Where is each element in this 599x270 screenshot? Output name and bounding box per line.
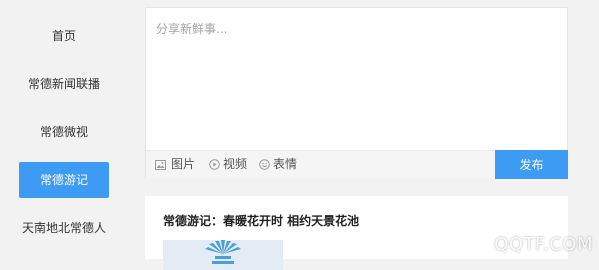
sidebar-item-changde-travel[interactable]: 常德游记 [19, 162, 109, 198]
image-tool-label: 图片 [171, 157, 196, 171]
sidebar-item-changde-news[interactable]: 常德新闻联播 [19, 66, 109, 102]
post-composer: 图片 视频 表情 发布 [145, 7, 568, 179]
post-title-link[interactable]: 常德游记：春暖花开时 相约天景花池 [163, 212, 359, 229]
sidebar-item-changde-micro-video[interactable]: 常德微视 [19, 114, 109, 150]
image-icon [155, 159, 166, 170]
site-watermark: QQTF.COM [494, 234, 593, 255]
sidebar-item-changde-people[interactable]: 天南地北常德人 [14, 210, 114, 246]
post-input[interactable] [146, 8, 567, 150]
video-tool-button[interactable]: 视频 [209, 151, 247, 178]
post-thumbnail[interactable] [163, 240, 283, 270]
emoji-icon [259, 159, 270, 170]
composer-toolbar: 图片 视频 表情 发布 [146, 150, 568, 179]
emoji-tool-label: 表情 [273, 157, 298, 171]
sidebar-item-home[interactable]: 首页 [19, 18, 109, 54]
video-tool-label: 视频 [223, 157, 248, 171]
publish-button[interactable]: 发布 [495, 150, 568, 179]
image-tool-button[interactable]: 图片 [155, 151, 195, 178]
emoji-tool-button[interactable]: 表情 [259, 151, 297, 178]
video-icon [209, 159, 220, 170]
sidebar-nav: 首页 常德新闻联播 常德微视 常德游记 天南地北常德人 [0, 0, 128, 259]
